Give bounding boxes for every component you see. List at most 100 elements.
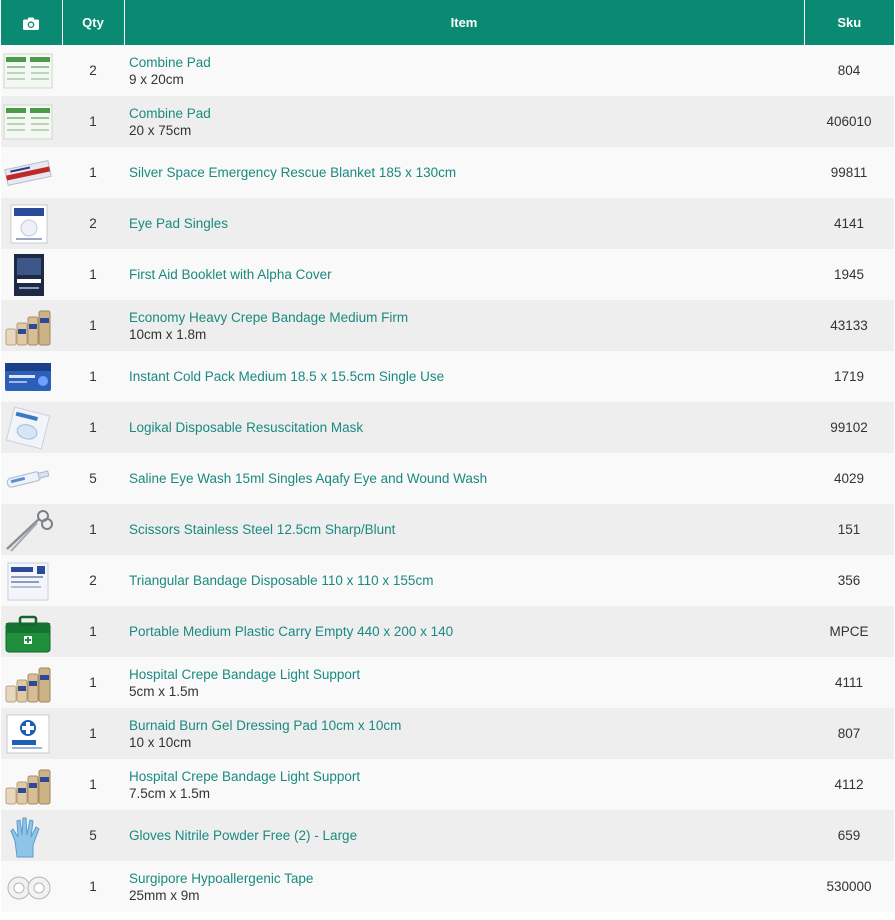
- item-link[interactable]: Surgipore Hypoallergenic Tape: [129, 870, 804, 887]
- item-cell: Logikal Disposable Resuscitation Mask: [124, 402, 804, 453]
- item-cell: Combine Pad 20 x 75cm: [124, 96, 804, 147]
- qty-cell: 1: [62, 606, 124, 657]
- carry-case-thumbnail[interactable]: [3, 609, 53, 655]
- table-row: 1 Burnaid Burn Gel Dressing Pad 10cm x 10…: [1, 708, 894, 759]
- item-cell: Combine Pad 9 x 20cm: [124, 45, 804, 96]
- table-row: 1 Silver Space Emergency Rescue Blanket 1…: [1, 147, 894, 198]
- item-link[interactable]: First Aid Booklet with Alpha Cover: [129, 266, 804, 283]
- qty-cell: 1: [62, 249, 124, 300]
- combine-pad-thumbnail[interactable]: [3, 99, 53, 145]
- item-cell: Triangular Bandage Disposable 110 x 110 …: [124, 555, 804, 606]
- item-cell: Burnaid Burn Gel Dressing Pad 10cm x 10c…: [124, 708, 804, 759]
- table-row: 1 Hospital Crepe Bandage Light Support 5cm…: [1, 657, 894, 708]
- thumbnail-cell: [1, 504, 62, 555]
- sku-cell: 43133: [804, 300, 894, 351]
- item-cell: Economy Heavy Crepe Bandage Medium Firm 1…: [124, 300, 804, 351]
- qty-cell: 1: [62, 657, 124, 708]
- table-row: 1 Combine Pad 20 x 75cm 406010: [1, 96, 894, 147]
- item-link[interactable]: Economy Heavy Crepe Bandage Medium Firm: [129, 309, 804, 326]
- resuscitation-mask-thumbnail[interactable]: [3, 405, 53, 451]
- item-cell: Surgipore Hypoallergenic Tape 25mm x 9m: [124, 861, 804, 912]
- item-cell: Instant Cold Pack Medium 18.5 x 15.5cm S…: [124, 351, 804, 402]
- sku-cell: 4111: [804, 657, 894, 708]
- item-link[interactable]: Saline Eye Wash 15ml Singles Aqafy Eye a…: [129, 470, 804, 487]
- item-link[interactable]: Burnaid Burn Gel Dressing Pad 10cm x 10c…: [129, 717, 804, 734]
- thumbnail-cell: [1, 810, 62, 861]
- table-row: 5 Gloves Nitrile Powder Free (2) - Large 6…: [1, 810, 894, 861]
- qty-cell: 2: [62, 198, 124, 249]
- item-link[interactable]: Eye Pad Singles: [129, 215, 804, 232]
- item-cell: Scissors Stainless Steel 12.5cm Sharp/Bl…: [124, 504, 804, 555]
- kit-contents-table: Qty Item Sku 2 Combine Pad 9 x 20cm 804 1 Com…: [1, 0, 894, 912]
- item-cell: Hospital Crepe Bandage Light Support 5cm …: [124, 657, 804, 708]
- sku-column-header: Sku: [804, 0, 894, 45]
- table-row: 1 First Aid Booklet with Alpha Cover 1945: [1, 249, 894, 300]
- item-variant: 10cm x 1.8m: [129, 326, 207, 342]
- qty-cell: 5: [62, 810, 124, 861]
- item-link[interactable]: Hospital Crepe Bandage Light Support: [129, 666, 804, 683]
- burn-gel-thumbnail[interactable]: [3, 711, 53, 757]
- sku-cell: 530000: [804, 861, 894, 912]
- combine-pad-thumbnail[interactable]: [3, 48, 53, 94]
- sku-cell: 99102: [804, 402, 894, 453]
- item-variant: 5cm x 1.5m: [129, 683, 199, 699]
- qty-cell: 2: [62, 555, 124, 606]
- crepe-bandage-thumbnail[interactable]: [3, 660, 53, 706]
- gloves-thumbnail[interactable]: [3, 813, 53, 859]
- qty-cell: 1: [62, 96, 124, 147]
- sku-cell: 99811: [804, 147, 894, 198]
- qty-cell: 1: [62, 504, 124, 555]
- item-link[interactable]: Combine Pad: [129, 54, 804, 71]
- sku-cell: 406010: [804, 96, 894, 147]
- item-link[interactable]: Combine Pad: [129, 105, 804, 122]
- thumbnail-cell: [1, 555, 62, 606]
- qty-cell: 1: [62, 759, 124, 810]
- thumbnail-cell: [1, 198, 62, 249]
- thumbnail-cell: [1, 453, 62, 504]
- item-link[interactable]: Instant Cold Pack Medium 18.5 x 15.5cm S…: [129, 368, 804, 385]
- item-link[interactable]: Portable Medium Plastic Carry Empty 440 …: [129, 623, 804, 640]
- table-header-row: Qty Item Sku: [1, 0, 894, 45]
- item-cell: Portable Medium Plastic Carry Empty 440 …: [124, 606, 804, 657]
- table-row: 5 Saline Eye Wash 15ml Singles Aqafy Eye …: [1, 453, 894, 504]
- triangular-bandage-thumbnail[interactable]: [3, 558, 53, 604]
- eye-wash-thumbnail[interactable]: [3, 456, 53, 502]
- eye-pad-thumbnail[interactable]: [3, 201, 53, 247]
- item-link[interactable]: Gloves Nitrile Powder Free (2) - Large: [129, 827, 804, 844]
- thumbnail-cell: [1, 708, 62, 759]
- item-variant: 7.5cm x 1.5m: [129, 785, 211, 801]
- table-row: 1 Economy Heavy Crepe Bandage Medium Firm…: [1, 300, 894, 351]
- item-link[interactable]: Scissors Stainless Steel 12.5cm Sharp/Bl…: [129, 521, 804, 538]
- item-link[interactable]: Triangular Bandage Disposable 110 x 110 …: [129, 572, 804, 589]
- scissors-thumbnail[interactable]: [3, 507, 53, 553]
- qty-column-header: Qty: [62, 0, 125, 45]
- item-cell: First Aid Booklet with Alpha Cover: [124, 249, 804, 300]
- sku-cell: 4141: [804, 198, 894, 249]
- qty-cell: 1: [62, 708, 124, 759]
- thumbnail-cell: [1, 657, 62, 708]
- table-row: 1 Surgipore Hypoallergenic Tape 25mm x 9m 5…: [1, 861, 894, 912]
- item-link[interactable]: Logikal Disposable Resuscitation Mask: [129, 419, 804, 436]
- table-row: 2 Triangular Bandage Disposable 110 x 110…: [1, 555, 894, 606]
- table-row: 2 Eye Pad Singles 4141: [1, 198, 894, 249]
- qty-cell: 1: [62, 351, 124, 402]
- crepe-bandage-thumbnail[interactable]: [3, 762, 53, 808]
- space-blanket-thumbnail[interactable]: [3, 150, 53, 196]
- item-variant: 10 x 10cm: [129, 734, 192, 750]
- item-link[interactable]: Silver Space Emergency Rescue Blanket 18…: [129, 164, 804, 181]
- cold-pack-thumbnail[interactable]: [3, 354, 53, 400]
- crepe-bandage-thumbnail[interactable]: [3, 303, 53, 349]
- photo-column-header: [1, 0, 63, 45]
- sku-cell: 1945: [804, 249, 894, 300]
- qty-cell: 1: [62, 147, 124, 198]
- first-aid-booklet-thumbnail[interactable]: [3, 252, 53, 298]
- sku-cell: 804: [804, 45, 894, 96]
- table-row: 2 Combine Pad 9 x 20cm 804: [1, 45, 894, 96]
- item-column-header: Item: [124, 0, 805, 45]
- tape-thumbnail[interactable]: [3, 864, 53, 910]
- thumbnail-cell: [1, 45, 62, 96]
- table-row: 1 Portable Medium Plastic Carry Empty 440…: [1, 606, 894, 657]
- item-link[interactable]: Hospital Crepe Bandage Light Support: [129, 768, 804, 785]
- thumbnail-cell: [1, 402, 62, 453]
- qty-cell: 1: [62, 402, 124, 453]
